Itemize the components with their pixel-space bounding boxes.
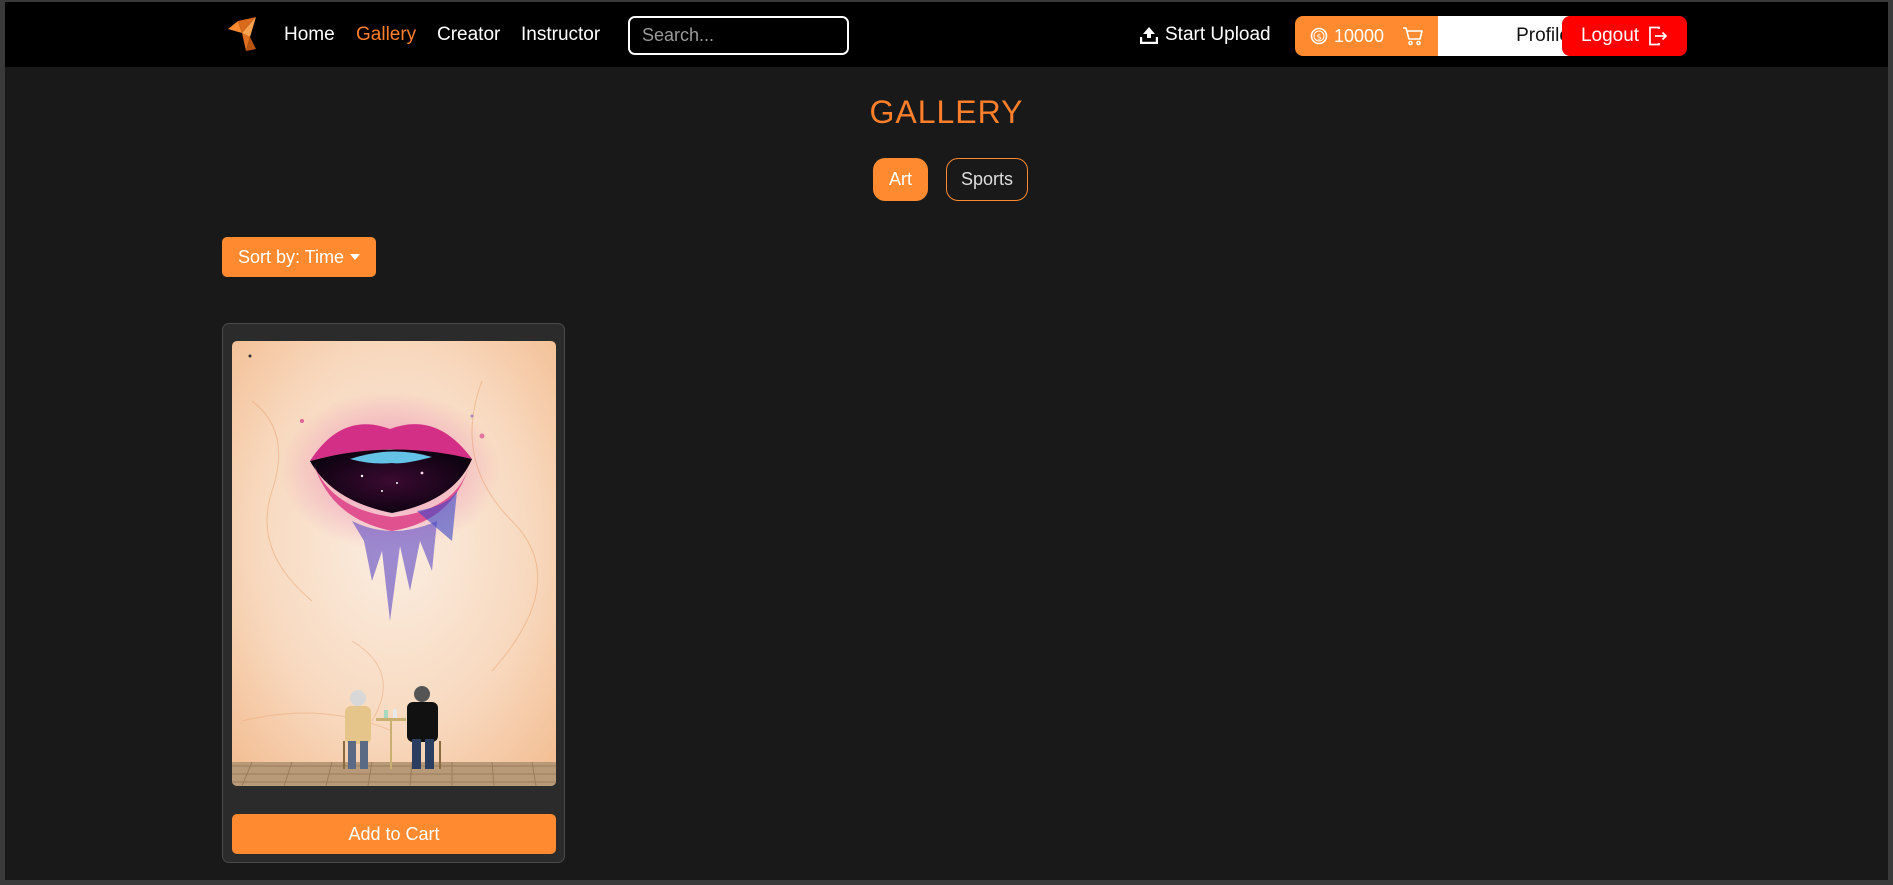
search-bar [628,16,849,55]
logo-icon[interactable] [226,15,260,53]
category-art-button[interactable]: Art [873,158,928,201]
add-to-cart-button[interactable]: Add to Cart [232,814,556,854]
logout-icon [1649,26,1668,46]
nav-gallery[interactable]: Gallery [356,24,416,46]
chevron-down-icon [350,254,361,260]
logout-button[interactable]: Logout [1562,16,1687,56]
category-sports-button[interactable]: Sports [946,158,1028,201]
gallery-card: Add to Cart [222,323,565,863]
top-navbar: Home Gallery Creator Instructor Start Up… [5,2,1888,67]
artwork-image[interactable] [232,341,556,786]
start-upload-label: Start Upload [1165,24,1271,45]
page-title: GALLERY [869,94,1024,130]
nav-instructor[interactable]: Instructor [521,24,600,46]
coin-icon: $ [1310,27,1328,45]
watercolor-lips-artwork [232,341,556,786]
cart-icon [1403,27,1423,46]
nav-creator[interactable]: Creator [437,24,500,46]
balance-value: 10000 [1334,25,1385,46]
upload-icon [1140,27,1158,44]
logout-label: Logout [1580,25,1640,46]
start-upload-button[interactable]: Start Upload [1140,24,1271,46]
svg-text:$: $ [1316,33,1321,42]
nav-home[interactable]: Home [284,24,335,46]
cart-balance-button[interactable]: $ 10000 [1295,16,1438,56]
sort-label: Sort by: Time [237,246,345,267]
search-input[interactable] [630,18,847,53]
sort-dropdown-button[interactable]: Sort by: Time [222,237,376,277]
